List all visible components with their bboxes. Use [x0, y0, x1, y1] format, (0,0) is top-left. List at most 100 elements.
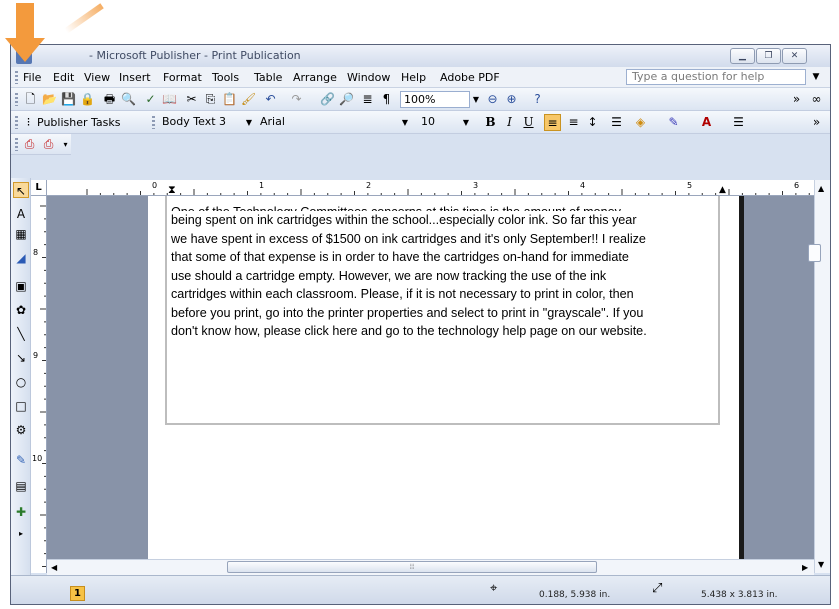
indent-marker-icon[interactable]: ⧗ [168, 183, 176, 197]
wordart-icon[interactable]: ◢ [13, 250, 29, 266]
print-preview-icon[interactable]: 🔍 [120, 91, 137, 108]
formatting-toolbar: ⁝ Publisher Tasks Body Text 3 ▼ Arial ▼ … [11, 111, 830, 134]
paste-icon[interactable]: 📋 [221, 91, 238, 108]
horizontal-ruler[interactable]: 0 1 2 3 4 5 6 ⧗ ▲ [47, 180, 814, 196]
menu-help[interactable]: Help [401, 71, 426, 84]
hyperlink-icon[interactable]: 🔗 [319, 91, 336, 108]
menu-window[interactable]: Window [347, 71, 390, 84]
hot-spot-icon[interactable]: ✎ [13, 452, 29, 468]
arrow-tool-icon[interactable]: ↘ [13, 350, 29, 366]
undo-icon[interactable]: ↶ [262, 91, 279, 108]
open-icon[interactable]: 📂 [41, 91, 58, 108]
scroll-left-icon[interactable]: ◀ [51, 563, 57, 572]
publisher-tasks-button[interactable]: Publisher Tasks [37, 116, 120, 129]
line-style-icon[interactable]: ☰ [730, 114, 747, 131]
vertical-ruler[interactable]: 8 9 10 [31, 196, 47, 573]
format-painter-icon[interactable]: 🖌 [240, 91, 257, 108]
oval-icon[interactable]: ○ [13, 374, 29, 390]
pdf-toolbar: ⎙ ⎙ ▾ [11, 134, 71, 155]
toolbar-options-icon[interactable]: ▸ [13, 526, 29, 542]
research-icon[interactable]: 📖 [161, 91, 178, 108]
autoshapes-icon[interactable]: ⚙ [13, 422, 29, 438]
font-color-icon[interactable]: A [698, 114, 715, 131]
menu-edit[interactable]: Edit [53, 71, 74, 84]
menu-table[interactable]: Table [254, 71, 282, 84]
print-icon[interactable]: 🖶 [101, 91, 118, 108]
picture-frame-icon[interactable]: ▣ [13, 278, 29, 294]
menu-file[interactable]: File [23, 71, 41, 84]
show-boundaries-icon[interactable]: 🔎 [338, 91, 355, 108]
menu-tools[interactable]: Tools [212, 71, 239, 84]
convert-to-pdf-icon[interactable]: ⎙ [21, 136, 38, 153]
toolbar-grip[interactable] [15, 138, 18, 151]
line-color-icon[interactable]: ✎ [665, 114, 682, 131]
paragraph-marks-icon[interactable]: ¶ [378, 91, 395, 108]
toolbar-options-icon[interactable]: » [788, 91, 805, 108]
form-control-icon[interactable]: ▤ [13, 478, 29, 494]
bullets-icon[interactable]: ☰ [608, 114, 625, 131]
align-center-icon[interactable]: ≡ [565, 114, 582, 131]
italic-button[interactable]: I [501, 114, 518, 131]
horizontal-scroll-thumb[interactable]: ⦙⦙⦙ [227, 561, 597, 573]
help-icon[interactable]: ? [529, 91, 546, 108]
align-left-icon[interactable]: ≡ [544, 114, 561, 131]
right-indent-marker-icon[interactable]: ▲ [719, 185, 726, 195]
ask-question-input[interactable]: Type a question for help [626, 69, 806, 85]
select-objects-icon[interactable]: ↖ [13, 182, 29, 198]
bold-button[interactable]: B [482, 114, 499, 131]
vertical-scrollbar[interactable]: ▲ ▼ [814, 180, 830, 573]
font-combo[interactable]: Arial [257, 114, 397, 131]
fill-color-icon[interactable]: ◈ [632, 114, 649, 131]
vertical-scroll-thumb[interactable] [808, 244, 821, 262]
document-text[interactable]: One of the Technology Committees concern… [171, 203, 719, 341]
close-button[interactable]: ✕ [782, 48, 807, 64]
menu-arrange[interactable]: Arrange [293, 71, 337, 84]
minimize-button[interactable]: ▁ [730, 48, 755, 64]
columns-icon[interactable]: ≣ [359, 91, 376, 108]
cut-icon[interactable]: ✂ [183, 91, 200, 108]
rectangle-icon[interactable]: □ [13, 398, 29, 414]
text-line: that some of that expense is in order to… [171, 250, 629, 264]
style-dropdown-icon[interactable]: ▼ [243, 114, 255, 131]
line-icon[interactable]: ╲ [13, 326, 29, 342]
menubar-grip[interactable] [15, 71, 18, 84]
spelling-icon[interactable]: ✓ [142, 91, 159, 108]
permission-icon[interactable]: 🔒 [79, 91, 96, 108]
menu-adobe-pdf[interactable]: Adobe PDF [440, 71, 500, 84]
toolbar-options-icon[interactable]: » [808, 114, 825, 131]
pdf-email-icon[interactable]: ⎙ [40, 136, 57, 153]
ruler-corner[interactable]: L [31, 180, 47, 196]
link-icon[interactable]: ∞ [808, 91, 825, 108]
copy-icon[interactable]: ⎘ [202, 91, 219, 108]
zoom-combo[interactable]: 100% [400, 91, 470, 108]
menu-view[interactable]: View [84, 71, 110, 84]
ask-question-dropdown-icon[interactable]: ▼ [810, 71, 822, 83]
scroll-up-icon[interactable]: ▲ [818, 184, 824, 193]
menu-insert[interactable]: Insert [119, 71, 151, 84]
font-size-combo[interactable]: 10 [418, 114, 458, 131]
save-icon[interactable]: 💾 [60, 91, 77, 108]
redo-icon[interactable]: ↷ [288, 91, 305, 108]
menu-format[interactable]: Format [163, 71, 202, 84]
ruler-number: 1 [259, 181, 265, 190]
insert-table-icon[interactable]: ▦ [13, 226, 29, 242]
toolbar-grip[interactable] [152, 116, 155, 129]
font-size-dropdown-icon[interactable]: ▼ [460, 114, 472, 131]
zoom-dropdown-icon[interactable]: ▼ [470, 91, 482, 108]
line-spacing-icon[interactable]: ↕ [584, 114, 601, 131]
scroll-down-icon[interactable]: ▼ [818, 560, 824, 569]
page-navigator-button[interactable]: 1 [70, 586, 85, 601]
font-dropdown-icon[interactable]: ▼ [399, 114, 411, 131]
underline-button[interactable]: U [520, 114, 537, 131]
clip-art-icon[interactable]: ✿ [13, 302, 29, 318]
scroll-right-icon[interactable]: ▶ [802, 563, 808, 572]
style-combo[interactable]: Body Text 3 [159, 114, 239, 131]
new-icon[interactable]: 🗋 [22, 91, 39, 108]
restore-button[interactable]: ❐ [756, 48, 781, 64]
design-gallery-icon[interactable]: ✚ [13, 504, 29, 520]
zoom-in-icon[interactable]: ⊕ [503, 91, 520, 108]
toolbar-grip[interactable] [15, 116, 18, 129]
text-box-icon[interactable]: A [13, 206, 29, 222]
zoom-out-icon[interactable]: ⊖ [484, 91, 501, 108]
toolbar-grip[interactable] [15, 93, 18, 106]
